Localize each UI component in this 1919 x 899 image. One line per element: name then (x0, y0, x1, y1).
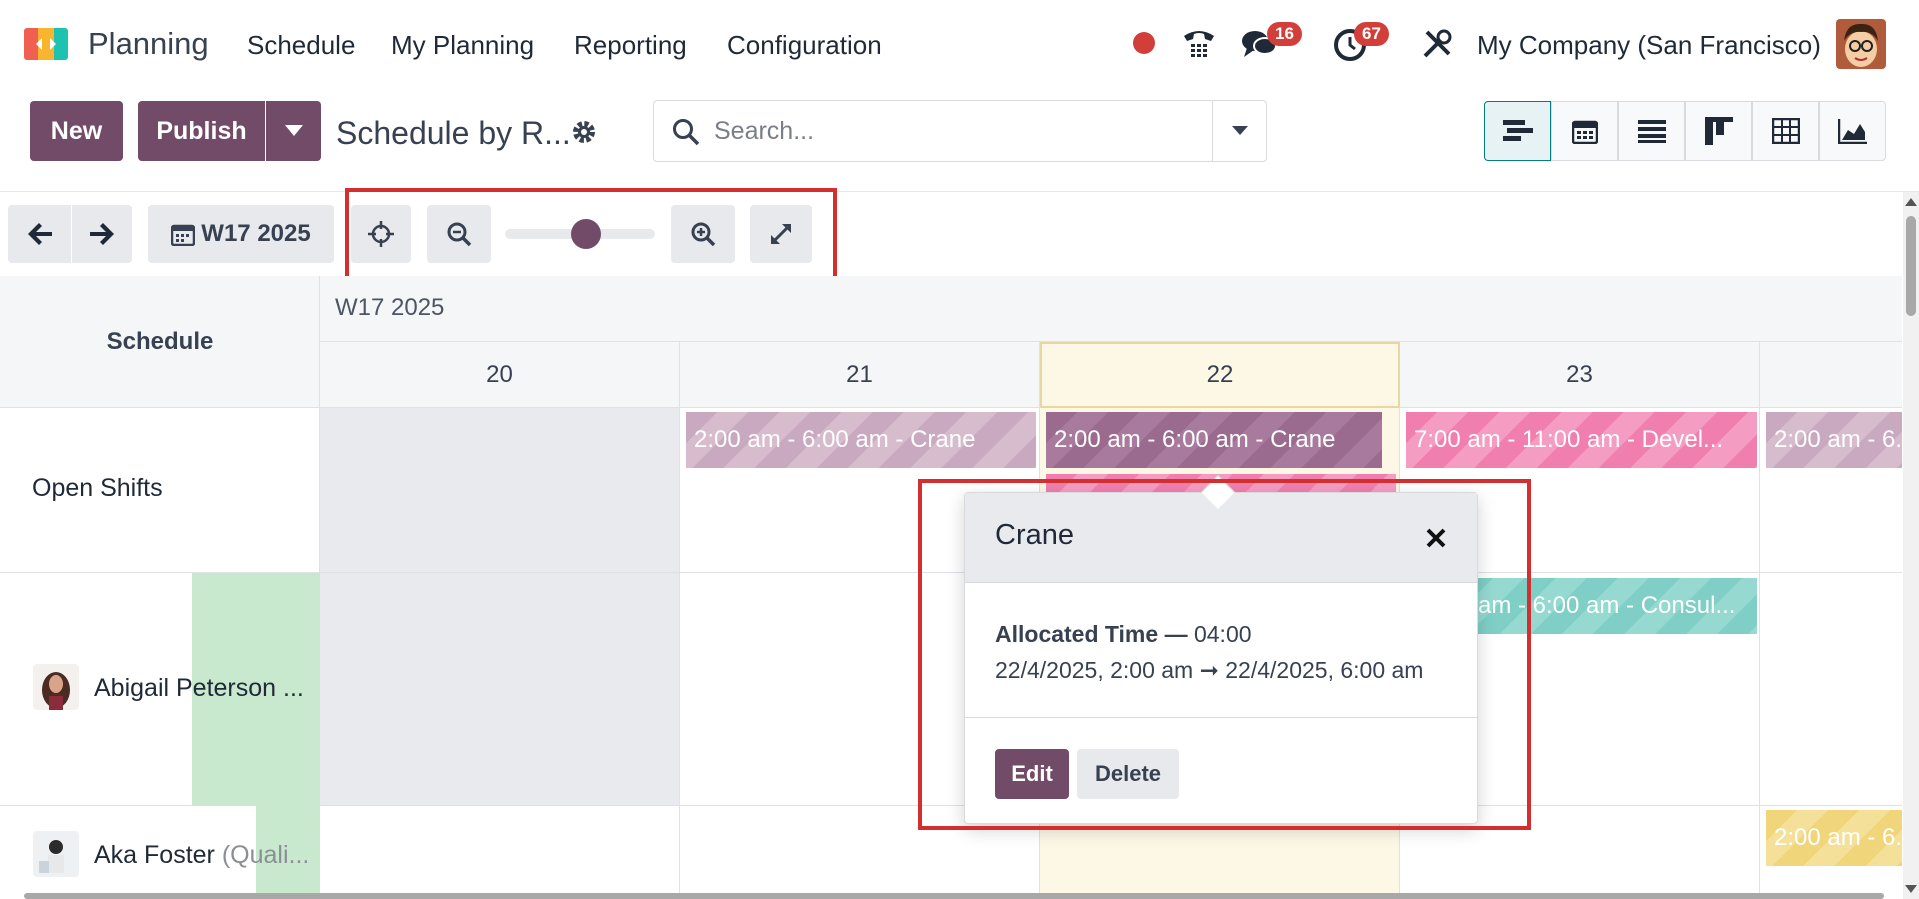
menu-schedule[interactable]: Schedule (247, 30, 355, 61)
pivot-icon (1771, 118, 1800, 144)
gantt-header-title: Schedule (106, 328, 214, 355)
tools-icon[interactable] (1421, 28, 1453, 60)
phone-icon[interactable] (1181, 26, 1217, 60)
avatar (33, 831, 79, 877)
shift-pill[interactable]: 2:00 am - 6... (1766, 412, 1902, 468)
next-period-button[interactable] (72, 205, 132, 263)
day-header: 23 (1400, 342, 1760, 408)
publish-dropdown-button[interactable] (266, 101, 321, 161)
day-header-today: 22 (1040, 342, 1400, 408)
row-abigail-peterson[interactable]: Abigail Peterson ... (0, 573, 320, 806)
view-kanban-button[interactable] (1685, 101, 1752, 161)
search-input[interactable]: Search... (714, 117, 814, 146)
view-calendar-button[interactable] (1551, 101, 1618, 161)
shift-pill-selected[interactable]: 2:00 am - 6:00 am - Crane (1046, 412, 1382, 468)
shift-pill[interactable]: 7:00 am - 11:00 am - Devel... (1406, 412, 1757, 468)
row-label: Abigail Peterson ... (94, 674, 304, 702)
planning-app-icon[interactable] (24, 24, 72, 64)
caret-down-icon (1231, 126, 1248, 135)
gantt-week-header: W17 2025 (320, 276, 1902, 342)
horizontal-scrollbar[interactable] (24, 893, 1884, 899)
menu-my-planning[interactable]: My Planning (391, 30, 534, 61)
scroll-down-icon[interactable] (1903, 883, 1919, 895)
area-chart-icon (1837, 119, 1867, 144)
view-title: Schedule by R... (336, 115, 571, 151)
gantt-cell[interactable] (320, 806, 680, 899)
gantt-cell[interactable] (320, 408, 680, 573)
day-header: 21 (680, 342, 1040, 408)
vertical-scrollbar[interactable] (1903, 192, 1919, 899)
view-graph-button[interactable] (1819, 101, 1886, 161)
gantt-header-corner: Schedule (0, 276, 320, 408)
activities-badge: 67 (1354, 22, 1389, 46)
day-header: 20 (320, 342, 680, 408)
shift-pill[interactable]: 2:00 am - 6:00 am - Crane (686, 412, 1036, 468)
view-list-button[interactable] (1618, 101, 1685, 161)
search-options-toggle[interactable] (1212, 101, 1266, 161)
list-icon (1637, 120, 1666, 143)
gantt-icon (1502, 120, 1533, 141)
calendar-icon (1571, 120, 1598, 144)
row-label: Aka Foster (Quali... (94, 841, 310, 869)
app-name[interactable]: Planning (88, 26, 209, 62)
toolbar-highlight-box (345, 188, 837, 280)
top-navbar: Planning Schedule My Planning Reporting … (0, 0, 1919, 88)
search-icon (673, 119, 700, 146)
user-avatar[interactable] (1836, 19, 1886, 69)
period-label: W17 2025 (201, 220, 311, 247)
previous-period-button[interactable] (8, 205, 71, 263)
calendar-icon (171, 224, 196, 246)
search-bar: Search... (653, 100, 1267, 162)
menu-reporting[interactable]: Reporting (574, 30, 687, 61)
day-header (1760, 342, 1902, 408)
company-switcher[interactable]: My Company (San Francisco) (1477, 30, 1821, 61)
kanban-icon (1704, 117, 1733, 145)
shift-pill[interactable]: 2:00 am - 6... (1766, 810, 1902, 866)
popover-highlight-box (918, 479, 1531, 830)
scroll-up-icon[interactable] (1903, 196, 1919, 208)
week-label: W17 2025 (335, 294, 445, 321)
gantt-cell[interactable] (320, 573, 680, 806)
row-open-shifts[interactable]: Open Shifts (0, 408, 320, 573)
row-label: Open Shifts (32, 474, 163, 502)
row-aka-foster[interactable]: Aka Foster (Quali... (0, 806, 320, 899)
arrow-right-icon (90, 223, 114, 245)
caret-down-icon (284, 125, 303, 136)
control-panel-divider (0, 191, 1919, 192)
avatar (33, 664, 79, 710)
recording-dot-icon[interactable] (1133, 32, 1155, 54)
messages-badge: 16 (1267, 22, 1302, 46)
gantt-cell[interactable] (1760, 573, 1902, 806)
period-picker-button[interactable]: W17 2025 (148, 205, 334, 263)
gear-icon[interactable] (572, 120, 596, 144)
publish-button[interactable]: Publish (138, 101, 265, 161)
view-gantt-button[interactable] (1484, 101, 1551, 161)
view-pivot-button[interactable] (1752, 101, 1819, 161)
menu-configuration[interactable]: Configuration (727, 30, 882, 61)
new-button[interactable]: New (30, 101, 123, 161)
arrow-left-icon (27, 223, 52, 245)
vertical-scrollbar-thumb[interactable] (1906, 216, 1916, 316)
